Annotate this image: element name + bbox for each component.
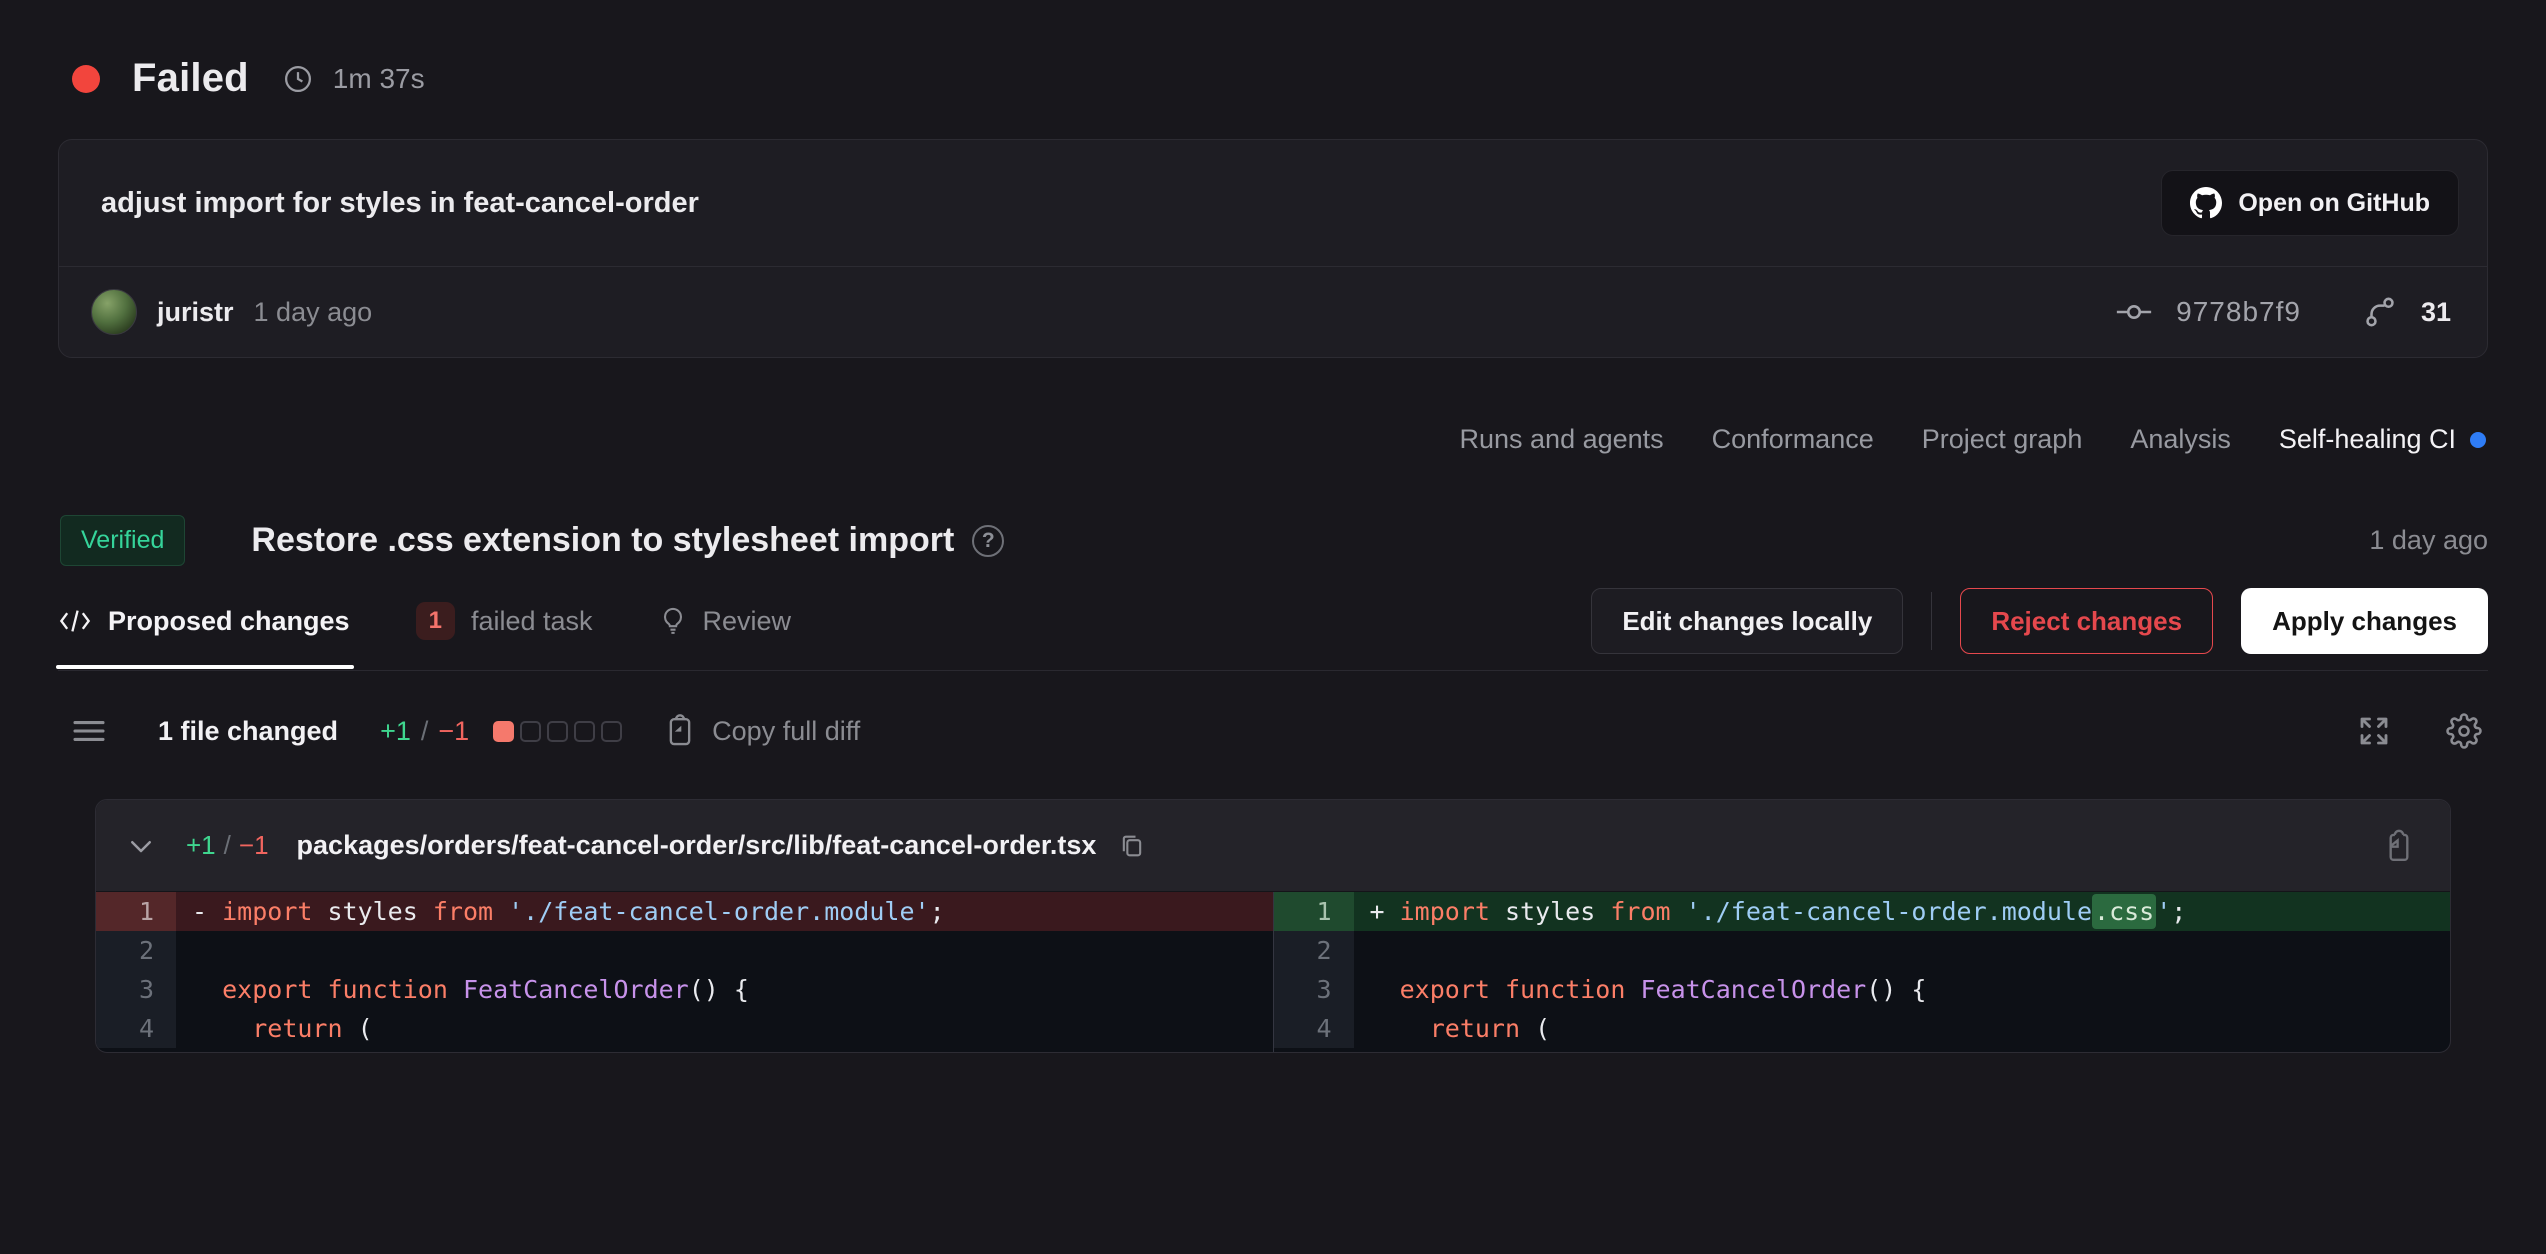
code-line: 2: [1274, 931, 2451, 970]
status-dot: [72, 65, 100, 93]
status-duration: 1m 37s: [333, 63, 425, 95]
expand-icon[interactable]: [2356, 713, 2392, 749]
tab-review[interactable]: Review: [659, 578, 792, 667]
notification-dot: [2470, 432, 2486, 448]
code-content: - import styles from './feat-cancel-orde…: [176, 892, 1273, 931]
clipboard-paste-icon[interactable]: [2382, 828, 2416, 864]
line-number: 4: [1274, 1009, 1354, 1048]
diff-block: [547, 721, 568, 742]
diff-pane-new[interactable]: 1+ import styles from './feat-cancel-ord…: [1273, 892, 2451, 1052]
nav-item-runs-and-agents[interactable]: Runs and agents: [1460, 424, 1664, 455]
file-list-menu-icon[interactable]: [72, 717, 106, 745]
code-line: 3 export function FeatCancelOrder() {: [1274, 970, 2451, 1009]
failed-count-badge: 1: [416, 602, 455, 640]
copy-full-diff-label: Copy full diff: [712, 716, 860, 747]
nav-item-self-healing-ci[interactable]: Self-healing CI: [2279, 424, 2486, 455]
line-number: 1: [96, 892, 176, 931]
nav-item-analysis[interactable]: Analysis: [2130, 424, 2231, 455]
slash: /: [421, 716, 429, 747]
divider: [1931, 592, 1932, 650]
line-number: 2: [1274, 931, 1354, 970]
line-number: 1: [1274, 892, 1354, 931]
diff-card: +1 / −1 packages/orders/feat-cancel-orde…: [95, 799, 2451, 1053]
diff-file-header: +1 / −1 packages/orders/feat-cancel-orde…: [96, 800, 2450, 892]
diff-toolbar: 1 file changed +1 / −1 Copy full diff: [58, 713, 2488, 749]
open-on-github-label: Open on GitHub: [2238, 189, 2430, 218]
edit-changes-locally-button[interactable]: Edit changes locally: [1591, 588, 1903, 654]
code-content: [1354, 931, 2451, 970]
code-line: 4 return (: [96, 1009, 1273, 1048]
help-icon[interactable]: ?: [972, 525, 1004, 557]
code-content: + import styles from './feat-cancel-orde…: [1354, 892, 2451, 931]
reject-changes-button[interactable]: Reject changes: [1960, 588, 2213, 654]
fix-time: 1 day ago: [2369, 525, 2488, 556]
nav-item-conformance[interactable]: Conformance: [1712, 424, 1874, 455]
open-on-github-button[interactable]: Open on GitHub: [2161, 170, 2459, 236]
commit-icon: [2114, 297, 2154, 327]
files-changed-label: 1 file changed: [158, 716, 338, 747]
change-count: 31: [2421, 297, 2451, 328]
clock-icon: [283, 64, 313, 94]
tab-label: Review: [703, 606, 792, 637]
code-line: 1+ import styles from './feat-cancel-ord…: [1274, 892, 2451, 931]
commit-title: adjust import for styles in feat-cancel-…: [101, 187, 699, 220]
file-added-count: +1: [186, 830, 216, 861]
clipboard-icon: [664, 714, 696, 748]
avatar[interactable]: [91, 289, 137, 335]
code-content: export function FeatCancelOrder() {: [176, 970, 1273, 1009]
diff-block: [601, 721, 622, 742]
chevron-down-icon[interactable]: [126, 831, 156, 861]
code-content: return (: [176, 1009, 1273, 1048]
author-name: juristr: [157, 297, 234, 328]
nav-item-label: Self-healing CI: [2279, 424, 2456, 455]
verified-badge: Verified: [60, 515, 185, 566]
tab-label: failed task: [471, 606, 593, 637]
added-count: +1: [380, 716, 411, 747]
fix-heading-row: Verified Restore .css extension to style…: [60, 515, 2488, 566]
fix-title: Restore .css extension to stylesheet imp…: [251, 521, 954, 560]
line-number: 2: [96, 931, 176, 970]
diff-body: 1- import styles from './feat-cancel-ord…: [96, 892, 2450, 1052]
code-line: 4 return (: [1274, 1009, 2451, 1048]
branch-icon: [2363, 295, 2397, 329]
copy-full-diff-button[interactable]: Copy full diff: [664, 714, 860, 748]
author-time: 1 day ago: [254, 297, 373, 328]
tab-label: Proposed changes: [108, 606, 350, 637]
diff-block: [520, 721, 541, 742]
code-icon: [58, 608, 92, 634]
code-line: 2: [96, 931, 1273, 970]
status-row: Failed 1m 37s: [72, 0, 2488, 101]
copy-path-icon[interactable]: [1118, 831, 1146, 861]
code-content: return (: [1354, 1009, 2451, 1048]
tab-proposed-changes[interactable]: Proposed changes: [58, 578, 350, 667]
removed-count: −1: [438, 716, 469, 747]
line-number: 3: [1274, 970, 1354, 1009]
code-content: [176, 931, 1273, 970]
diff-blocks: [493, 721, 622, 742]
slash: /: [224, 830, 231, 861]
github-icon: [2190, 187, 2222, 219]
file-removed-count: −1: [239, 830, 269, 861]
diff-block: [493, 721, 514, 742]
code-content: export function FeatCancelOrder() {: [1354, 970, 2451, 1009]
line-number: 3: [96, 970, 176, 1009]
diff-pane-old[interactable]: 1- import styles from './feat-cancel-ord…: [96, 892, 1273, 1052]
top-nav: Runs and agents Conformance Project grap…: [58, 424, 2488, 455]
code-line: 3 export function FeatCancelOrder() {: [96, 970, 1273, 1009]
nav-item-project-graph[interactable]: Project graph: [1922, 424, 2083, 455]
lightbulb-icon: [659, 606, 687, 636]
tab-failed-task[interactable]: 1 failed task: [416, 574, 593, 670]
code-line: 1- import styles from './feat-cancel-ord…: [96, 892, 1273, 931]
status-label: Failed: [132, 56, 249, 101]
commit-card: adjust import for styles in feat-cancel-…: [58, 139, 2488, 358]
diff-block: [574, 721, 595, 742]
commit-hash[interactable]: 9778b7f9: [2176, 296, 2301, 328]
gear-icon[interactable]: [2446, 713, 2482, 749]
apply-changes-button[interactable]: Apply changes: [2241, 588, 2488, 654]
file-path: packages/orders/feat-cancel-order/src/li…: [297, 830, 1097, 861]
tabs-row: Proposed changes 1 failed task Review Ed…: [58, 574, 2488, 671]
page: Failed 1m 37s adjust import for styles i…: [0, 0, 2546, 1254]
line-number: 4: [96, 1009, 176, 1048]
